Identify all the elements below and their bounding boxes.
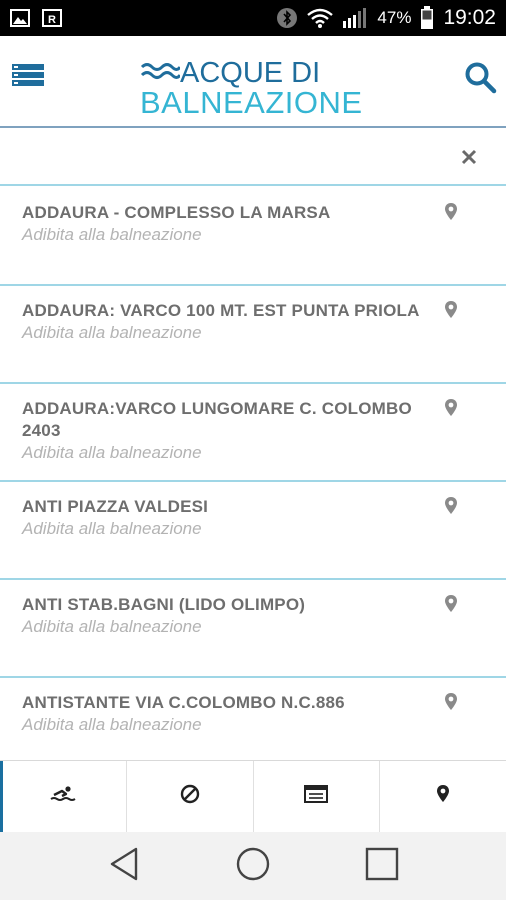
item-title: ADDAURA: VARCO 100 MT. EST PUNTA PRIOLA bbox=[22, 301, 420, 320]
battery-percent: 47% bbox=[377, 8, 412, 27]
search-input[interactable] bbox=[10, 138, 440, 178]
map-pin-icon[interactable] bbox=[444, 496, 458, 516]
item-title: ADDAURA - COMPLESSO LA MARSA bbox=[22, 203, 331, 222]
list-item[interactable]: ANTI STAB.BAGNI (LIDO OLIMPO) Adibita al… bbox=[0, 580, 506, 678]
list-item[interactable]: ADDAURA: VARCO 100 MT. EST PUNTA PRIOLA … bbox=[0, 286, 506, 384]
bluetooth-icon bbox=[276, 7, 298, 29]
logo-line1: ACQUE DI bbox=[180, 57, 321, 89]
list-card-icon bbox=[304, 785, 329, 808]
battery-icon bbox=[420, 6, 434, 30]
status-left: R bbox=[10, 9, 62, 27]
signal-icon bbox=[342, 7, 368, 29]
item-subtitle: Adibita alla balneazione bbox=[22, 617, 202, 636]
map-pin-icon[interactable] bbox=[444, 692, 458, 712]
logo-top-row: ACQUE DI bbox=[140, 58, 320, 88]
status-bar: R 47% 19:02 bbox=[0, 0, 506, 36]
back-icon bbox=[108, 847, 140, 886]
list-item[interactable]: ANTISTANTE VIA C.COLOMBO N.C.886 Adibita… bbox=[0, 678, 506, 760]
item-subtitle: Adibita alla balneazione bbox=[22, 323, 202, 342]
menu-button[interactable] bbox=[10, 60, 50, 94]
bottom-tab-bar bbox=[0, 760, 506, 832]
item-subtitle: Adibita alla balneazione bbox=[22, 715, 202, 734]
item-title: ADDAURA:VARCO LUNGOMARE C. COLOMBO 2403 bbox=[22, 399, 412, 440]
map-pin-icon[interactable] bbox=[444, 594, 458, 614]
item-title: ANTISTANTE VIA C.COLOMBO N.C.886 bbox=[22, 693, 345, 712]
gallery-icon bbox=[10, 9, 30, 27]
item-title: ANTI STAB.BAGNI (LIDO OLIMPO) bbox=[22, 595, 306, 614]
item-title: ANTI PIAZZA VALDESI bbox=[22, 497, 209, 516]
item-subtitle: Adibita alla balneazione bbox=[22, 519, 202, 538]
system-nav-bar bbox=[0, 832, 506, 900]
svg-text:R: R bbox=[48, 14, 56, 26]
list-item[interactable]: ANTI PIAZZA VALDESI Adibita alla balneaz… bbox=[0, 482, 506, 580]
bathing-sites-list: ADDAURA - COMPLESSO LA MARSA Adibita all… bbox=[0, 188, 506, 760]
tab-list[interactable] bbox=[254, 761, 381, 832]
map-pin-icon bbox=[436, 784, 450, 809]
app-logo: ACQUE DI BALNEAZIONE bbox=[140, 58, 372, 124]
wifi-icon bbox=[307, 8, 334, 28]
status-time: 19:02 bbox=[443, 6, 496, 29]
home-button[interactable] bbox=[233, 846, 273, 886]
recents-icon bbox=[365, 847, 399, 886]
clear-search-button[interactable] bbox=[460, 148, 482, 170]
item-subtitle: Adibita alla balneazione bbox=[22, 225, 202, 244]
close-icon bbox=[460, 149, 478, 170]
search-bar bbox=[0, 130, 506, 186]
search-icon bbox=[464, 62, 498, 99]
tab-map[interactable] bbox=[380, 761, 506, 832]
app-header: ACQUE DI BALNEAZIONE bbox=[0, 36, 506, 128]
map-pin-icon[interactable] bbox=[444, 300, 458, 320]
map-pin-icon[interactable] bbox=[444, 398, 458, 418]
list-item[interactable]: ADDAURA:VARCO LUNGOMARE C. COLOMBO 2403 … bbox=[0, 384, 506, 482]
status-right: 47% 19:02 bbox=[276, 6, 496, 30]
recents-button[interactable] bbox=[362, 846, 402, 886]
tab-bathing[interactable] bbox=[0, 761, 127, 832]
tab-prohibited[interactable] bbox=[127, 761, 254, 832]
search-button[interactable] bbox=[464, 61, 500, 97]
logo-line2: BALNEAZIONE bbox=[140, 85, 363, 120]
waves-icon bbox=[140, 60, 182, 87]
back-button[interactable] bbox=[104, 846, 144, 886]
map-pin-icon[interactable] bbox=[444, 202, 458, 222]
swimmer-icon bbox=[50, 785, 76, 808]
home-icon bbox=[235, 846, 271, 887]
list-item[interactable]: ADDAURA - COMPLESSO LA MARSA Adibita all… bbox=[0, 188, 506, 286]
app-notification-icon: R bbox=[42, 9, 62, 27]
item-subtitle: Adibita alla balneazione bbox=[22, 443, 202, 462]
prohibited-icon bbox=[180, 784, 200, 809]
menu-icon bbox=[10, 64, 46, 94]
